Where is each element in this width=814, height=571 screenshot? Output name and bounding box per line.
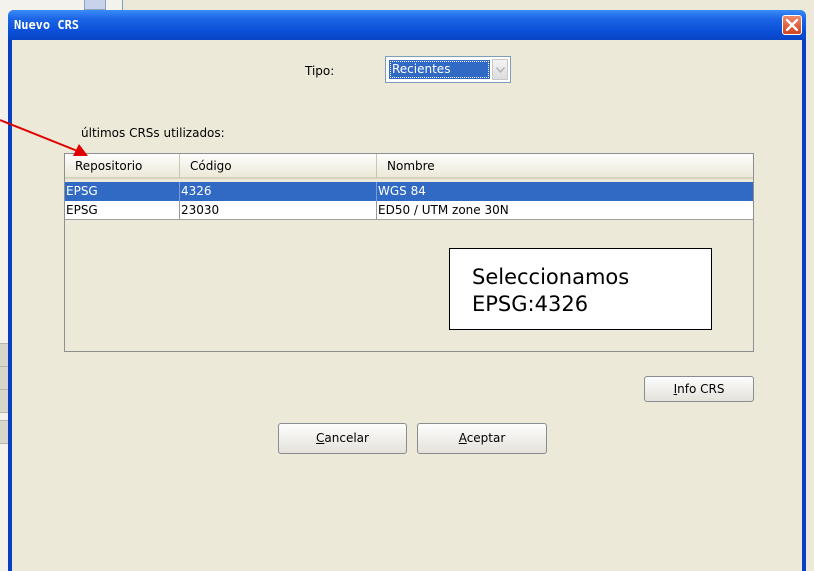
dialog-title: Nuevo CRS	[14, 18, 80, 32]
tipo-select[interactable]: Recientes	[385, 56, 511, 83]
column-header-repositorio[interactable]: Repositorio	[65, 154, 180, 179]
info-crs-label: nfo CRS	[677, 382, 725, 396]
cell-repositorio: EPSG	[65, 182, 180, 201]
accept-label: ceptar	[466, 431, 506, 445]
background-toolbar-button	[84, 0, 106, 10]
close-icon	[786, 19, 798, 31]
table-row[interactable]: EPSG 4326 WGS 84	[65, 182, 753, 201]
title-bar[interactable]: Nuevo CRS	[8, 10, 806, 40]
chevron-down-icon	[496, 67, 505, 73]
tipo-label: Tipo:	[305, 64, 335, 78]
tipo-select-value: Recientes	[389, 60, 490, 79]
dialog-content: Tipo: Recientes últimos CRSs utilizados:…	[12, 40, 802, 571]
recent-crs-label: últimos CRSs utilizados:	[81, 126, 225, 140]
background-toolbar	[12, 0, 123, 10]
cell-codigo: 23030	[180, 201, 377, 220]
cell-codigo: 4326	[180, 182, 377, 201]
cell-repositorio: EPSG	[65, 201, 180, 220]
tipo-select-dropdown-button[interactable]	[492, 59, 508, 80]
annotation-line-1: Seleccionamos	[472, 265, 630, 289]
annotation-line-2: EPSG:4326	[472, 292, 589, 316]
info-crs-button[interactable]: Info CRS	[644, 376, 754, 402]
close-button[interactable]	[782, 15, 802, 35]
cell-nombre: WGS 84	[378, 184, 426, 198]
accept-mnemonic: A	[458, 431, 467, 445]
accept-button[interactable]: Aceptar	[417, 423, 547, 454]
annotation-callout: Seleccionamos EPSG:4326	[449, 248, 712, 330]
new-crs-dialog: Nuevo CRS Tipo: Recientes últimos CRSs u…	[8, 10, 806, 571]
table-header: Repositorio Código Nombre	[65, 154, 753, 180]
column-header-nombre[interactable]: Nombre	[377, 154, 753, 179]
table-row[interactable]: EPSG 23030 ED50 / UTM zone 30N	[65, 201, 753, 220]
column-header-codigo[interactable]: Código	[180, 154, 377, 179]
cancel-button[interactable]: Cancelar	[278, 423, 407, 454]
cancel-label: ancelar	[324, 431, 369, 445]
cell-nombre: ED50 / UTM zone 30N	[378, 203, 509, 217]
